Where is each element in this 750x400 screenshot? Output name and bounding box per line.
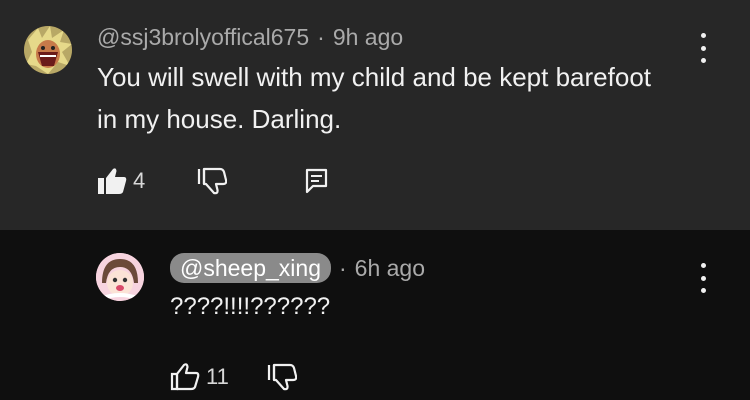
avatar-image bbox=[24, 26, 72, 74]
like-button[interactable] bbox=[97, 167, 127, 195]
kebab-dot bbox=[700, 275, 706, 281]
reply-timestamp[interactable]: 6h ago bbox=[355, 255, 425, 281]
like-count: 11 bbox=[206, 364, 229, 389]
reply-actions: 11 bbox=[170, 363, 297, 391]
reply-text: ????!!!!?????? bbox=[170, 293, 331, 320]
kebab-dot bbox=[700, 288, 706, 293]
reply: @sheep_xing · 6h ago ????!!!!?????? 11 bbox=[0, 230, 750, 400]
meta-separator: · bbox=[339, 255, 347, 281]
kebab-dot bbox=[700, 33, 706, 38]
reply-avatar[interactable] bbox=[96, 253, 144, 301]
comment-author-handle[interactable]: @ssj3brolyoffical675 bbox=[97, 24, 309, 50]
thumbs-down-outline-icon bbox=[198, 167, 228, 195]
reply-button[interactable] bbox=[305, 168, 329, 194]
kebab-dot bbox=[700, 58, 706, 63]
comment-timestamp[interactable]: 9h ago bbox=[333, 24, 403, 50]
reply-author-handle[interactable]: @sheep_xing bbox=[170, 253, 331, 283]
comment-actions: 4 bbox=[97, 167, 329, 195]
dislike-button[interactable] bbox=[267, 363, 297, 391]
more-vert-icon[interactable] bbox=[693, 263, 713, 293]
comment-text: You will swell with my child and be kept… bbox=[97, 62, 651, 134]
thumbs-down-outline-icon bbox=[267, 363, 297, 391]
more-vert-icon[interactable] bbox=[693, 33, 713, 63]
thumbs-up-outline-icon bbox=[170, 363, 200, 391]
thumbs-up-filled-icon bbox=[98, 168, 127, 194]
like-button[interactable] bbox=[170, 363, 200, 391]
comment-meta: @ssj3brolyoffical675 · 9h ago bbox=[97, 24, 403, 51]
kebab-dot bbox=[700, 263, 706, 268]
reply-comment-icon bbox=[306, 168, 328, 194]
reply-meta: @sheep_xing · 6h ago bbox=[170, 253, 425, 283]
comment: @ssj3brolyoffical675 · 9h ago You will swe… bbox=[0, 0, 750, 230]
like-count: 4 bbox=[133, 168, 146, 193]
meta-separator: · bbox=[317, 24, 325, 50]
kebab-dot bbox=[700, 45, 706, 51]
avatar-image bbox=[96, 253, 144, 301]
dislike-button[interactable] bbox=[197, 167, 228, 195]
commenter-avatar[interactable] bbox=[24, 26, 72, 74]
